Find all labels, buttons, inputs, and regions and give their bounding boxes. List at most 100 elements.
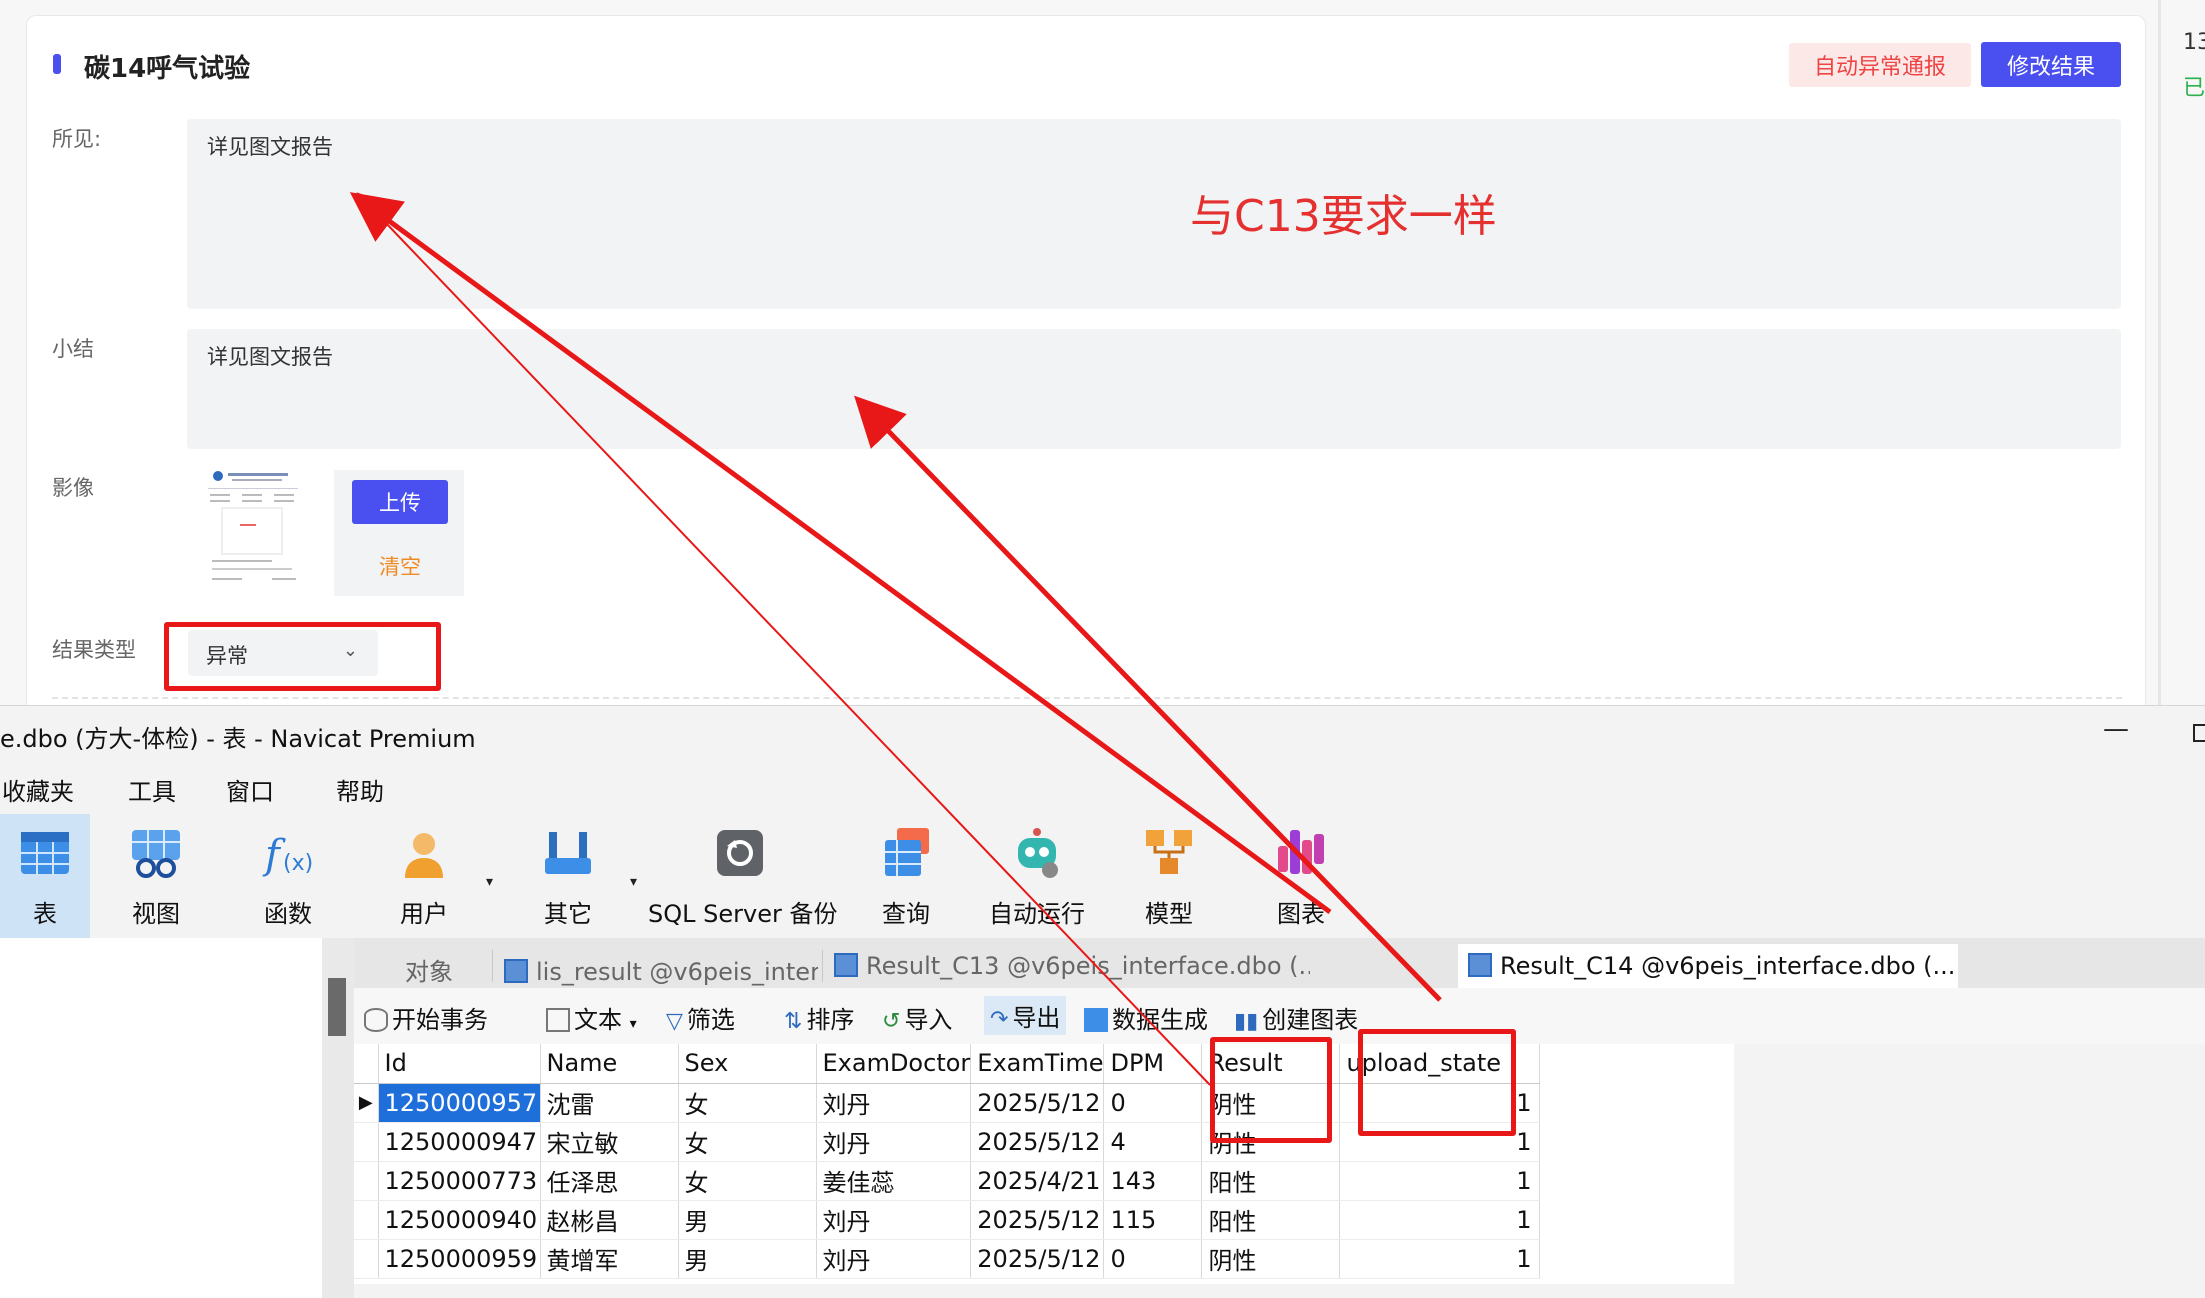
cell-examtime[interactable]: 2025/5/12: [970, 1122, 1105, 1162]
maximize-button[interactable]: [2193, 724, 2205, 742]
other-dropdown-caret-icon[interactable]: ▾: [630, 874, 637, 890]
tool-chart[interactable]: 图表: [1254, 814, 1348, 938]
tool-other-label: 其它: [544, 900, 592, 928]
sort-button[interactable]: ⇅ 排序: [784, 1000, 854, 1035]
tool-query-label: 查询: [882, 900, 930, 928]
cell-sex[interactable]: 女: [678, 1122, 817, 1162]
cell-dpm[interactable]: 115: [1103, 1200, 1203, 1240]
section-divider: [52, 697, 2122, 699]
cell-id[interactable]: 1250000957: [378, 1083, 541, 1123]
column-header-name[interactable]: Name: [540, 1044, 679, 1084]
edit-result-button[interactable]: 修改结果: [1981, 42, 2121, 87]
cell-result[interactable]: 阳性: [1201, 1200, 1341, 1240]
findings-textarea[interactable]: 详见图文报告: [187, 119, 2121, 309]
cell-dpm[interactable]: 143: [1103, 1161, 1203, 1201]
report-thumbnail[interactable]: [202, 468, 310, 594]
auto-alert-button[interactable]: 自动异常通报: [1789, 43, 1971, 87]
tool-view[interactable]: 视图: [110, 814, 202, 938]
data-generation-button[interactable]: 数据生成: [1084, 1000, 1208, 1035]
cell-dpm[interactable]: 4: [1103, 1122, 1203, 1162]
create-chart-button[interactable]: ▮▮ 创建图表: [1234, 1000, 1358, 1035]
tab-lis-result[interactable]: lis_result @v6peis_interface.dbo (方...: [494, 944, 818, 988]
text-view-button[interactable]: 文本 ▾: [546, 1000, 637, 1035]
column-header-examdoctor[interactable]: ExamDoctor: [816, 1044, 972, 1084]
tool-query[interactable]: 查询: [860, 814, 952, 938]
table-row[interactable]: 1250000959 黄增军 男 刘丹 2025/5/12 0 阴性 1: [354, 1239, 1541, 1279]
import-button[interactable]: ↺ 导入: [882, 1000, 952, 1035]
window-title: e.dbo (方大-体检) - 表 - Navicat Premium: [0, 725, 476, 753]
minimize-button[interactable]: —: [2103, 714, 2129, 744]
tool-function[interactable]: f (x) 函数: [242, 814, 334, 938]
cell-id[interactable]: 1250000773: [378, 1161, 541, 1201]
cell-examtime[interactable]: 2025/5/12: [970, 1200, 1105, 1240]
tab-result-c13-label: Result_C13 @v6peis_interface.dbo (...: [866, 952, 1310, 980]
tool-sqlserver-backup[interactable]: SQL Server 备份: [648, 814, 837, 938]
export-icon: ↷: [990, 1007, 1009, 1032]
column-header-dpm[interactable]: DPM: [1103, 1044, 1203, 1084]
cell-dpm[interactable]: 0: [1103, 1083, 1203, 1123]
menu-tools[interactable]: 工具: [128, 772, 176, 807]
export-button[interactable]: ↷ 导出: [984, 996, 1067, 1035]
tab-bar: 对象 lis_result @v6peis_interface.dbo (方..…: [354, 938, 2205, 988]
table-row[interactable]: 1250000773 任泽思 女 姜佳蕊 2025/4/21 143 阳性 1: [354, 1161, 1541, 1201]
chart-icon: [1278, 830, 1324, 874]
cell-name[interactable]: 黄增军: [540, 1239, 679, 1279]
begin-transaction-button[interactable]: 开始事务: [364, 1000, 488, 1035]
cell-upload-state[interactable]: 1: [1339, 1239, 1541, 1279]
cell-dpm[interactable]: 0: [1103, 1239, 1203, 1279]
cell-result[interactable]: 阴性: [1201, 1239, 1341, 1279]
tools-icon: [545, 832, 591, 874]
cell-upload-state[interactable]: 1: [1339, 1161, 1541, 1201]
cell-name[interactable]: 赵彬昌: [540, 1200, 679, 1240]
tool-other[interactable]: 其它: [522, 814, 614, 938]
cell-name[interactable]: 宋立敏: [540, 1122, 679, 1162]
tool-user[interactable]: 用户: [378, 814, 470, 938]
cell-sex[interactable]: 男: [678, 1239, 817, 1279]
tab-result-c13[interactable]: Result_C13 @v6peis_interface.dbo (...: [824, 944, 1310, 988]
text-view-label: 文本: [574, 1006, 622, 1034]
annotation-note: 与C13要求一样: [1190, 191, 1497, 242]
menu-help[interactable]: 帮助: [336, 772, 384, 807]
cell-examdoctor[interactable]: 刘丹: [816, 1200, 972, 1240]
cell-id[interactable]: 1250000947: [378, 1122, 541, 1162]
tab-result-c14[interactable]: Result_C14 @v6peis_interface.dbo (...: [1458, 944, 1958, 988]
clear-button[interactable]: 清空: [352, 548, 448, 584]
column-header-examtime[interactable]: ExamTime: [970, 1044, 1105, 1084]
cell-name[interactable]: 沈雷: [540, 1083, 679, 1123]
column-header-sex[interactable]: Sex: [678, 1044, 817, 1084]
table-row[interactable]: 1250000940 赵彬昌 男 刘丹 2025/5/12 115 阳性 1: [354, 1200, 1541, 1240]
robot-icon: [1018, 828, 1058, 878]
filter-button[interactable]: ▽ 筛选: [666, 1000, 735, 1035]
data-grid[interactable]: Id Name Sex ExamDoctor ExamTime DPM Resu…: [354, 1044, 1734, 1298]
cell-examtime[interactable]: 2025/5/12: [970, 1083, 1105, 1123]
cell-sex[interactable]: 男: [678, 1200, 817, 1240]
cell-id[interactable]: 1250000940: [378, 1200, 541, 1240]
navigation-pane[interactable]: [0, 938, 322, 1298]
import-icon: ↺: [882, 1009, 901, 1034]
cell-sex[interactable]: 女: [678, 1083, 817, 1123]
summary-textarea[interactable]: 详见图文报告: [187, 329, 2121, 449]
cell-examdoctor[interactable]: 刘丹: [816, 1239, 972, 1279]
splitter-handle[interactable]: [328, 978, 346, 1036]
cell-examtime[interactable]: 2025/5/12: [970, 1239, 1105, 1279]
menu-window[interactable]: 窗口: [226, 772, 274, 807]
cell-id[interactable]: 1250000959: [378, 1239, 541, 1279]
cell-sex[interactable]: 女: [678, 1161, 817, 1201]
cell-upload-state[interactable]: 1: [1339, 1200, 1541, 1240]
cell-result[interactable]: 阳性: [1201, 1161, 1341, 1201]
upload-button[interactable]: 上传: [352, 480, 448, 524]
column-header-id[interactable]: Id: [378, 1044, 541, 1084]
tool-automation[interactable]: 自动运行: [984, 814, 1090, 938]
svg-text:(x): (x): [283, 851, 313, 876]
tab-objects[interactable]: 对象: [374, 944, 484, 988]
tool-table[interactable]: 表: [0, 814, 90, 938]
user-dropdown-caret-icon[interactable]: ▾: [486, 874, 493, 890]
tool-model[interactable]: 模型: [1122, 814, 1216, 938]
cell-examdoctor[interactable]: 刘丹: [816, 1122, 972, 1162]
cell-examdoctor[interactable]: 姜佳蕊: [816, 1161, 972, 1201]
cell-examdoctor[interactable]: 刘丹: [816, 1083, 972, 1123]
status-bar: [354, 1284, 2205, 1298]
cell-examtime[interactable]: 2025/4/21: [970, 1161, 1105, 1201]
cell-name[interactable]: 任泽思: [540, 1161, 679, 1201]
menu-favorites[interactable]: 收藏夹: [2, 772, 74, 807]
